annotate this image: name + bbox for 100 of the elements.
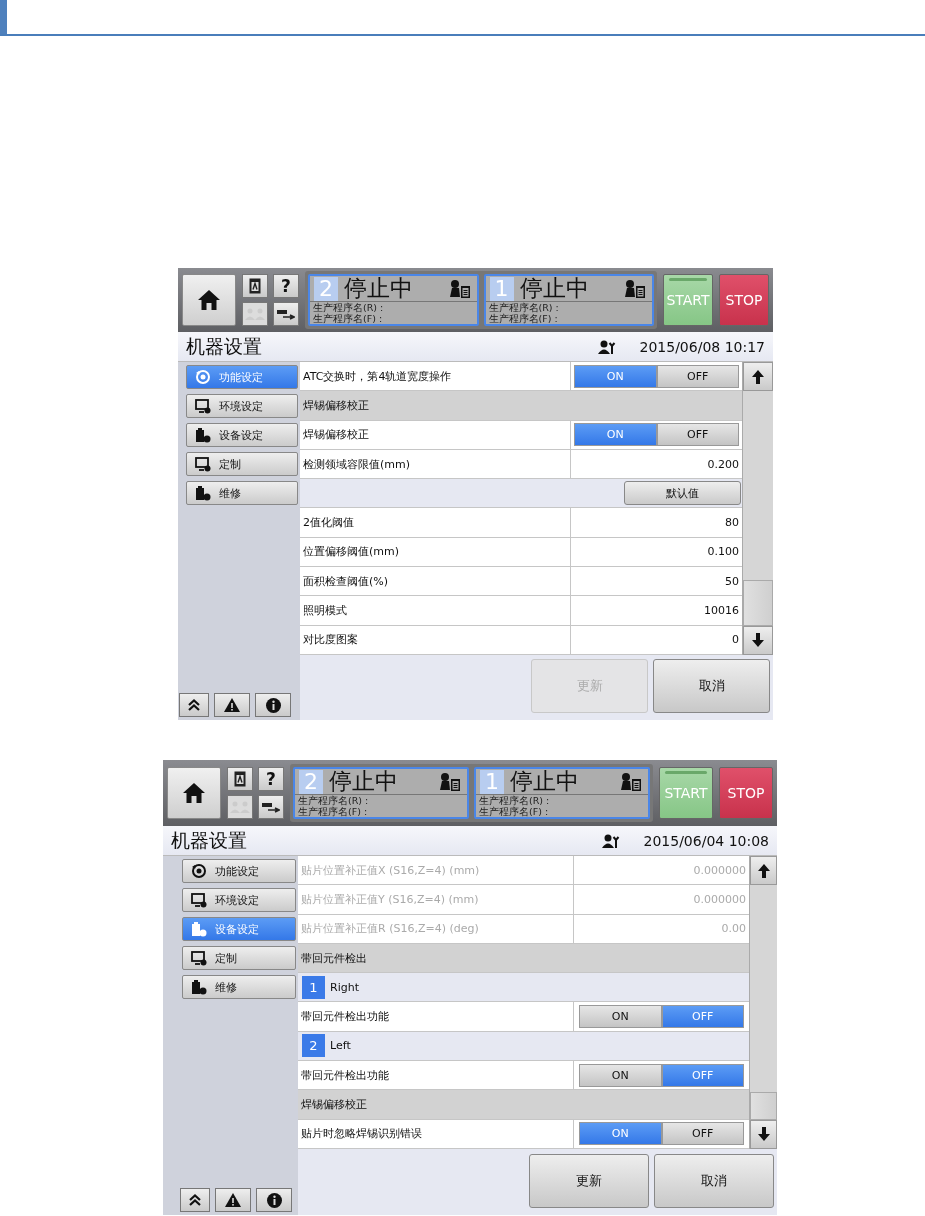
double-chevron-up-icon: [188, 699, 200, 711]
setting-label: 带回元件检出功能: [298, 1061, 574, 1090]
program-name-label: 生产程序名(F) :: [479, 806, 550, 817]
home-button[interactable]: [167, 767, 221, 819]
user-wrench-icon: [597, 339, 616, 354]
setting-value-field[interactable]: 10016: [571, 596, 742, 625]
operator-clipboard-icon: [624, 278, 646, 299]
lane-status: 停止中: [344, 277, 414, 300]
setting-value-field[interactable]: 0.100: [571, 537, 742, 567]
stop-button[interactable]: STOP: [719, 274, 769, 326]
lane-number: 2: [299, 769, 323, 794]
info-icon: [265, 697, 281, 713]
program-name-label: 生产程序名(R) :: [479, 795, 551, 806]
setting-label: ATC交换时，第4轨道宽度操作: [300, 362, 571, 391]
setting-label: 贴片位置补正值X (S16,Z=4) (mm): [298, 856, 574, 885]
update-button[interactable]: 更新: [529, 1154, 649, 1208]
sidebar-item[interactable]: 环境设定: [182, 888, 296, 912]
scroll-down-button[interactable]: [750, 1119, 777, 1149]
collapse-button[interactable]: [180, 1188, 210, 1212]
setting-label: 检测领域容限值(mm): [300, 449, 571, 479]
home-icon: [197, 289, 221, 311]
toggle-option[interactable]: OFF: [656, 423, 739, 447]
home-icon: [182, 782, 206, 804]
setting-label: 对比度图案: [300, 625, 571, 654]
cancel-button[interactable]: 取消: [654, 1154, 774, 1208]
monitor-icon: [195, 398, 211, 414]
program-name-label: 生产程序名(R) :: [488, 302, 560, 313]
setting-value-field[interactable]: 80: [571, 508, 742, 537]
help-button[interactable]: ?: [273, 274, 299, 298]
screen-title: 机器设置: [186, 333, 263, 359]
toggle-option[interactable]: ON: [579, 1063, 662, 1087]
date-time: 2015/06/04 10:08: [643, 832, 769, 849]
warning-icon: [224, 698, 240, 712]
machine-icon: [191, 921, 207, 937]
machine-icon: [191, 979, 207, 995]
scroll-up-button[interactable]: [743, 362, 773, 391]
toggle-option[interactable]: ON: [579, 1005, 662, 1029]
scroll-up-button[interactable]: [750, 856, 777, 885]
language-button[interactable]: [242, 274, 268, 298]
connection-button[interactable]: [273, 302, 299, 326]
sidebar-item[interactable]: 定制: [186, 452, 298, 476]
setting-label: 贴片位置补正值R (S16,Z=4) (deg): [298, 914, 574, 943]
section-header: 焊锡偏移校正: [302, 397, 369, 413]
lane-number-badge: 1: [302, 975, 325, 999]
help-button[interactable]: ?: [258, 767, 284, 791]
setting-label: 照明模式: [300, 596, 571, 625]
monitor-icon: [191, 892, 207, 908]
toggle-option[interactable]: OFF: [661, 1122, 744, 1146]
sidebar-item[interactable]: 维修: [186, 481, 298, 505]
program-name-label: 生产程序名(R) :: [313, 302, 385, 313]
lane-number: 1: [480, 769, 504, 794]
program-name-label: 生产程序名(F) :: [488, 313, 559, 324]
cancel-button[interactable]: 取消: [653, 659, 770, 714]
default-value-button[interactable]: 默认值: [624, 481, 741, 506]
warning-icon: [225, 1193, 241, 1207]
monitor-icon: [191, 950, 207, 966]
setting-value-field[interactable]: 50: [571, 567, 742, 596]
user-wrench-icon: [601, 833, 620, 848]
arrow-down-icon: [752, 633, 764, 648]
toggle-option[interactable]: OFF: [656, 364, 739, 388]
setting-label: 贴片位置补正值Y (S16,Z=4) (mm): [298, 885, 574, 914]
warning-button[interactable]: [215, 1188, 251, 1212]
lane-label: Right: [330, 980, 359, 994]
date-time: 2015/06/08 10:17: [639, 338, 765, 355]
info-icon: [266, 1192, 282, 1208]
info-button[interactable]: [255, 693, 291, 717]
sidebar-item[interactable]: 功能设定: [182, 859, 296, 883]
arrow-up-icon: [757, 863, 770, 878]
operator-clipboard-icon: [439, 771, 461, 792]
section-header: 带回元件检出: [300, 950, 367, 966]
sidebar-item[interactable]: 设备设定: [186, 423, 298, 447]
scroll-thumb[interactable]: [750, 1091, 777, 1120]
language-button[interactable]: [227, 767, 253, 791]
lane-status: 停止中: [329, 770, 399, 793]
info-button[interactable]: [256, 1188, 292, 1212]
double-chevron-up-icon: [189, 1194, 201, 1206]
document-icon: [249, 278, 261, 294]
warning-button[interactable]: [214, 693, 250, 717]
document-icon: [234, 771, 246, 787]
lane-number: 2: [314, 276, 338, 301]
stop-button[interactable]: STOP: [719, 767, 773, 819]
home-button[interactable]: [182, 274, 236, 326]
connection-button[interactable]: [258, 795, 284, 819]
operator-clipboard-icon: [620, 771, 642, 792]
setting-label: 贴片时忽略焊锡识别错误: [298, 1119, 574, 1148]
scroll-thumb[interactable]: [743, 579, 773, 626]
monitor-icon: [195, 456, 211, 472]
sidebar-item[interactable]: 定制: [182, 946, 296, 970]
setting-label: 2值化阈值: [300, 508, 571, 537]
machine-icon: [195, 485, 211, 501]
setting-value-field[interactable]: 0: [571, 625, 742, 654]
program-name-label: 生产程序名(R) :: [298, 795, 370, 806]
scroll-down-button[interactable]: [743, 625, 773, 655]
lane-number-badge: 2: [302, 1034, 325, 1058]
section-header: 焊锡偏移校正: [300, 1097, 367, 1112]
setting-label: 面积检查阈值(%): [300, 567, 571, 596]
sidebar-item[interactable]: 维修: [182, 975, 296, 999]
sidebar-item[interactable]: 环境设定: [186, 394, 298, 418]
setting-value-field[interactable]: 0.200: [571, 449, 742, 479]
collapse-button[interactable]: [179, 693, 209, 717]
